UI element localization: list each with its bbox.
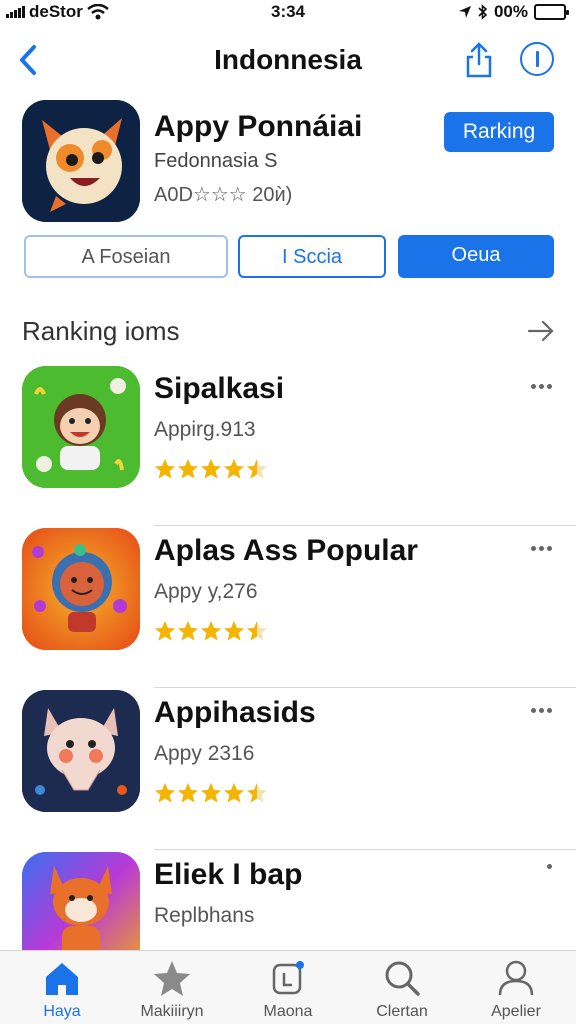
tab-ranking[interactable]: Makiiiryn: [122, 959, 222, 1021]
segment-1[interactable]: A Foseian: [24, 235, 228, 278]
star-icon: [201, 621, 221, 641]
star-icon: [155, 459, 175, 479]
more-options-button[interactable]: [547, 864, 552, 869]
monkey-icon[interactable]: [22, 366, 140, 488]
navigation-bar: Indonnesia: [0, 30, 576, 90]
list-item[interactable]: Eliek I bap Replbhans: [0, 852, 576, 974]
star-icon: [155, 783, 175, 803]
app-subtitle: Replbhans: [154, 904, 255, 927]
profile-icon: [498, 960, 534, 996]
star-rating: [154, 620, 268, 642]
search-icon: [385, 961, 420, 996]
segment-2[interactable]: I Sccia: [238, 235, 386, 278]
app-subtitle: Appy y,276: [154, 580, 258, 603]
ranking-button[interactable]: Rarking: [444, 112, 554, 152]
segmented-control: A Foseian I Sccia Oeua: [24, 235, 554, 279]
tab-label: Clertan: [376, 1003, 428, 1020]
star-icon: [154, 961, 190, 996]
tab-bar: Haya Makiiiryn Maona Clertan Apelier: [0, 950, 576, 1024]
battery-percent: 00%: [493, 2, 528, 21]
star-icon: [247, 459, 267, 479]
tab-label: Haya: [43, 1003, 81, 1020]
star-icon: [178, 621, 198, 641]
star-rating: [154, 458, 268, 480]
astronaut-icon[interactable]: [22, 528, 140, 650]
location-icon: [458, 6, 471, 18]
featured-app-subtitle: Fedonnasia S: [154, 150, 278, 172]
app-name: Sipalkasi: [154, 372, 285, 405]
featured-app-rating: A0D☆☆☆ 20ѝ): [154, 184, 293, 206]
segment-3[interactable]: Oeua: [398, 235, 554, 278]
star-icon: [178, 783, 198, 803]
info-icon: [535, 51, 539, 67]
home-icon: [46, 963, 78, 995]
star-icon: [201, 459, 221, 479]
divider: [154, 687, 576, 688]
bluetooth-icon: [478, 4, 488, 20]
star-icon: [224, 783, 244, 803]
tab-label: Maona: [263, 1003, 313, 1020]
info-button[interactable]: [520, 42, 554, 76]
list-item[interactable]: Appihasids Appy 2316: [0, 690, 576, 850]
more-options-button[interactable]: [531, 384, 552, 389]
tab-search[interactable]: Clertan: [352, 959, 452, 1021]
tab-label: Makiiiryn: [140, 1003, 204, 1020]
tab-label: Apelier: [491, 1003, 541, 1020]
list-item[interactable]: Aplas Ass Popular Appy y,276: [0, 528, 576, 688]
featured-app-name: Appy Ponnáiai: [154, 110, 363, 143]
star-icon: [224, 621, 244, 641]
featured-app-icon[interactable]: [22, 100, 140, 222]
star-icon: [201, 783, 221, 803]
share-icon[interactable]: [464, 40, 494, 80]
status-bar: deStor 3:34 00%: [0, 0, 576, 24]
more-options-button[interactable]: [531, 708, 552, 713]
app-name: Aplas Ass Popular: [154, 534, 418, 567]
star-icon: [247, 783, 267, 803]
star-rating: [154, 782, 268, 804]
divider: [154, 849, 576, 850]
star-icon: [155, 621, 175, 641]
app-name: Appihasids: [154, 696, 316, 729]
tab-profile[interactable]: Apelier: [466, 959, 566, 1021]
star-icon: [178, 459, 198, 479]
featured-app: Appy Ponnáiai Fedonnasia S A0D☆☆☆ 20ѝ) R…: [22, 100, 554, 224]
star-icon: [224, 459, 244, 479]
cat-icon[interactable]: [22, 690, 140, 812]
section-title: Ranking ioms: [22, 316, 180, 346]
apps-icon: [272, 961, 304, 995]
star-icon: [247, 621, 267, 641]
more-options-button[interactable]: [531, 546, 552, 551]
tab-apps[interactable]: Maona: [238, 959, 338, 1021]
app-subtitle: Appy 2316: [154, 742, 255, 765]
list-item[interactable]: Sipalkasi Appirg.913: [0, 366, 576, 526]
app-subtitle: Appirg.913: [154, 418, 256, 441]
arrow-right-icon[interactable]: [526, 316, 556, 346]
app-name: Eliek I bap: [154, 858, 303, 891]
divider: [154, 525, 576, 526]
tab-home[interactable]: Haya: [12, 959, 112, 1021]
battery-icon: [534, 4, 569, 20]
